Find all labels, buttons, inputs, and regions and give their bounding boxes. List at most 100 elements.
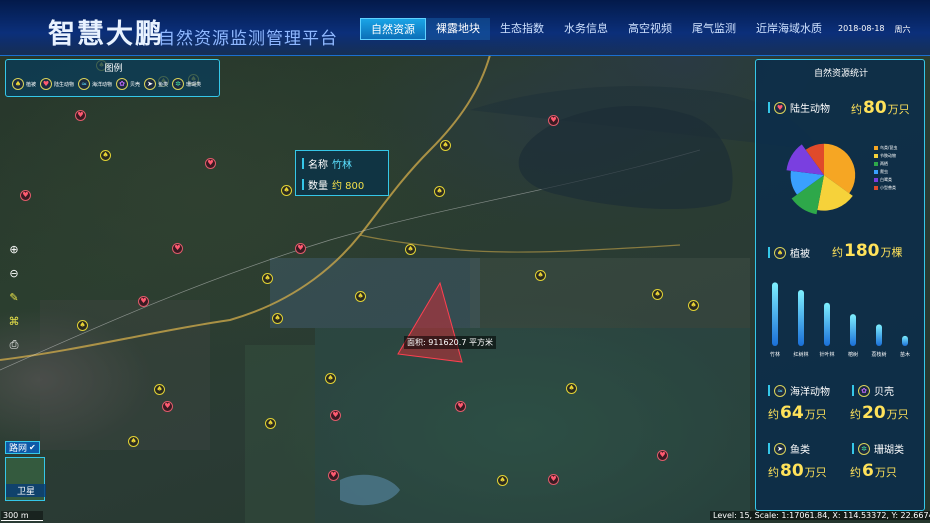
vegetation-marker[interactable]: ♠	[281, 185, 292, 196]
bird-icon: ♥	[40, 78, 53, 90]
land-animal-marker[interactable]: ♥	[455, 401, 466, 412]
datetime: 2018-08-18 周六	[838, 24, 911, 35]
vegetation-marker[interactable]: ♠	[434, 186, 445, 197]
land-animal-marker[interactable]: ♥	[295, 243, 306, 254]
land-animal-marker[interactable]: ♥	[162, 401, 173, 412]
land-number: 80	[863, 98, 887, 118]
satellite-layer-button[interactable]: 卫星	[5, 457, 46, 501]
map-toolbar: ⊕ ⊖ ✎ ⌘ ⎙	[5, 240, 23, 354]
tab-1[interactable]: 裸露地块	[426, 18, 490, 40]
coral-icon: ✲	[172, 78, 185, 90]
status-bar: Level: 15, Scale: 1:17061.84, X: 114.533…	[710, 511, 930, 520]
vegetation-marker[interactable]: ♠	[535, 270, 546, 281]
check-icon: ✔	[29, 443, 36, 452]
legend-label: 海洋动物	[92, 81, 113, 88]
coral-header: ✲ 珊瑚类	[852, 441, 904, 456]
tree-icon: ♠	[12, 78, 24, 90]
app-logo: 智慧大鹏	[48, 19, 164, 50]
land-animal-marker[interactable]: ♥	[657, 450, 668, 461]
zoom-in-icon[interactable]: ⊕	[5, 240, 23, 258]
vegetation-marker[interactable]: ♠	[265, 418, 276, 429]
vegetation-marker[interactable]: ♠	[262, 273, 273, 284]
coral-prefix: 约	[850, 466, 861, 479]
popup-count-row: 数量 约 800	[302, 177, 364, 192]
vegetation-marker[interactable]: ♠	[688, 300, 699, 311]
bar	[824, 302, 830, 346]
fish-prefix: 约	[768, 466, 779, 479]
bar-label: 苗木	[900, 351, 910, 358]
tab-4[interactable]: 高空视频	[618, 18, 682, 40]
vegetation-marker[interactable]: ♠	[77, 320, 88, 331]
legend-item-3: ✿ 贝壳	[116, 78, 140, 90]
legend-label: 贝壳	[130, 81, 141, 88]
bar	[850, 314, 856, 346]
land-animal-marker[interactable]: ♥	[548, 474, 559, 485]
vegetation-marker[interactable]: ♠	[154, 384, 165, 395]
vegetation-marker[interactable]: ♠	[325, 373, 336, 384]
area-measure-icon[interactable]: ⌘	[5, 312, 23, 330]
app-subtitle: 自然资源监测管理平台	[158, 29, 338, 49]
vegetation-marker[interactable]: ♠	[405, 244, 416, 255]
vegetation-marker[interactable]: ♠	[566, 383, 577, 394]
land-animal-marker[interactable]: ♥	[138, 296, 149, 307]
land-animal-marker[interactable]: ♥	[75, 110, 86, 121]
vegetation-marker[interactable]: ♠	[440, 140, 451, 151]
land-animal-value: 约 80 万只	[851, 98, 910, 118]
shell-header: ✿ 贝壳	[852, 383, 894, 398]
tab-5[interactable]: 尾气监测	[682, 18, 746, 40]
legend-title: 图例	[104, 64, 123, 74]
veg-unit: 万棵	[880, 246, 903, 259]
fish-arrow-icon: ➤	[144, 78, 157, 90]
shell-icon: ✿	[116, 78, 129, 90]
land-animal-marker[interactable]: ♥	[330, 410, 341, 421]
land-animal-marker[interactable]: ♥	[172, 243, 183, 254]
vegetation-value: 约 180 万棵	[832, 241, 903, 261]
marine-unit: 万只	[804, 408, 827, 421]
shell-label: 贝壳	[874, 387, 894, 398]
tab-2[interactable]: 生态指数	[490, 18, 554, 40]
marine-number: 64	[780, 403, 804, 423]
vegetation-marker[interactable]: ♠	[355, 291, 366, 302]
land-animal-marker[interactable]: ♥	[548, 115, 559, 126]
land-animal-label: 陆生动物	[790, 104, 830, 115]
tab-0[interactable]: 自然资源	[360, 18, 426, 40]
vegetation-marker[interactable]: ♠	[272, 313, 283, 324]
land-animal-marker[interactable]: ♥	[205, 158, 216, 169]
map-legend: 图例 ♠ 植被 ♥ 陆生动物 ≈ 海洋动物 ✿ 贝壳 ➤ 鱼类 ✲ 珊瑚类	[5, 59, 220, 97]
tree-icon: ♠	[774, 246, 786, 259]
print-icon[interactable]: ⎙	[5, 336, 23, 354]
tab-6[interactable]: 近岸海域水质	[746, 18, 832, 40]
popup-name-value: 竹林	[332, 160, 352, 171]
pie-legend-item: 两栖	[874, 161, 897, 167]
bar-label: 榕树	[848, 351, 858, 358]
info-popup: 名称 竹林 数量 约 800	[295, 150, 389, 196]
marine-prefix: 约	[768, 408, 779, 421]
vegetation-marker[interactable]: ♠	[128, 436, 139, 447]
legend-item-0: ♠ 植被	[12, 78, 36, 90]
vegetation-marker[interactable]: ♠	[497, 475, 508, 486]
roadnet-toggle[interactable]: 路网 ✔	[5, 441, 40, 454]
shell-value: 约 20 万只	[850, 403, 909, 423]
vegetation-marker[interactable]: ♠	[100, 150, 111, 161]
zoom-out-icon[interactable]: ⊖	[5, 264, 23, 282]
land-animal-marker[interactable]: ♥	[20, 190, 31, 201]
legend-label: 植被	[26, 81, 37, 88]
bar	[876, 324, 882, 346]
legend-item-2: ≈ 海洋动物	[78, 78, 112, 90]
bar-label: 红树林	[793, 351, 808, 358]
fish-number: 80	[780, 461, 804, 481]
pie-legend-item: 小型兽类	[874, 185, 897, 191]
legend-label: 陆生动物	[54, 81, 75, 88]
tab-3[interactable]: 水务信息	[554, 18, 618, 40]
vegetation-bar-chart: 竹林 红树林 针叶林 榕树 荔枝树 苗木	[770, 282, 910, 358]
map-stage[interactable]: { "header":{"logo":"智慧大鹏","subtitle":"自然…	[0, 0, 930, 523]
marine-value: 约 64 万只	[768, 403, 827, 423]
pie-legend: 鸟类/昆虫 节肢动物 两栖 爬虫 白鹭类 小型兽类	[874, 145, 897, 191]
bar	[772, 282, 778, 346]
bar	[798, 290, 804, 346]
bar	[902, 335, 908, 346]
land-animal-marker[interactable]: ♥	[328, 470, 339, 481]
weekday-text: 周六	[894, 25, 911, 34]
vegetation-marker[interactable]: ♠	[652, 289, 663, 300]
ruler-icon[interactable]: ✎	[5, 288, 23, 306]
